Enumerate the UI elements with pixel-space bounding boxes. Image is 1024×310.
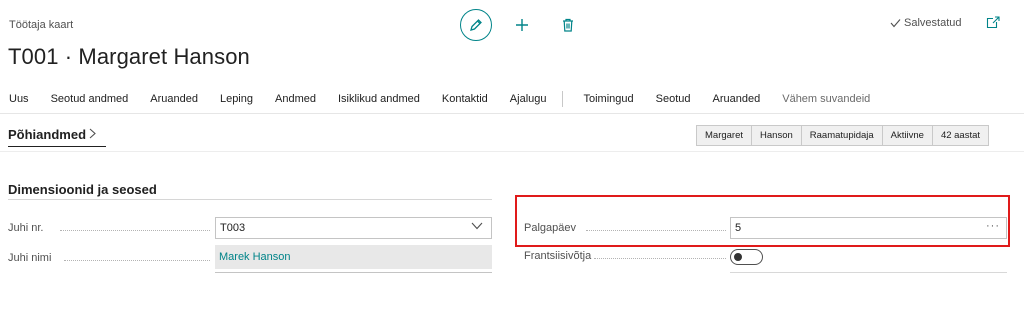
chip-status: Aktiivne <box>882 125 933 146</box>
trash-icon <box>563 18 573 32</box>
manager-name-label: Juhi nimi <box>8 252 52 264</box>
action-bar: Uus Seotud andmed Aruanded Leping Andmed… <box>0 86 883 112</box>
action-related[interactable]: Seotud <box>647 93 691 105</box>
summary-chips: Margaret Hanson Raamatupidaja Aktiivne 4… <box>696 125 990 146</box>
action-contract[interactable]: Leping <box>211 93 253 105</box>
franchise-toggle[interactable] <box>730 249 763 265</box>
franchise-dots <box>594 258 726 259</box>
fewer-options-button[interactable]: Vähem suvandeid <box>773 93 870 105</box>
new-button[interactable] <box>506 9 538 41</box>
dimensions-section-title: Dimensioonid ja seosed <box>8 182 157 197</box>
action-bar-divider <box>561 91 563 107</box>
manager-no-value: T003 <box>220 222 246 234</box>
popout-button[interactable] <box>986 16 1000 34</box>
edit-icon <box>470 19 482 31</box>
saved-status: Salvestatud <box>890 17 961 29</box>
manager-name-field: Marek Hanson <box>215 245 492 269</box>
payday-value: 5 <box>735 222 742 234</box>
checkmark-icon <box>890 19 901 28</box>
manager-no-dots <box>60 230 210 231</box>
action-personal-data[interactable]: Isiklikud andmed <box>329 93 420 105</box>
top-actions <box>460 9 584 41</box>
popout-icon <box>986 16 1000 29</box>
action-new[interactable]: Uus <box>0 93 29 105</box>
general-section-title: Põhiandmed <box>8 127 87 142</box>
chip-job-title: Raamatupidaja <box>801 125 883 146</box>
franchise-label: Frantsiisivõtja <box>524 250 592 262</box>
breadcrumb: Töötaja kaart <box>9 19 74 31</box>
manager-no-select[interactable]: T003 <box>215 217 492 239</box>
page-title: T001 · Margaret Hanson <box>8 44 250 69</box>
manager-name-bottom-line <box>215 272 492 273</box>
manager-name-value[interactable]: Marek Hanson <box>219 251 291 263</box>
action-bar-separator <box>0 113 1024 114</box>
more-options-icon[interactable]: ··· <box>986 220 1000 232</box>
payday-input[interactable]: 5 ··· <box>730 217 1007 239</box>
general-section-header[interactable]: Põhiandmed <box>8 127 96 142</box>
chip-first-name: Margaret <box>696 125 753 146</box>
saved-label: Salvestatud <box>904 17 962 29</box>
plus-icon <box>516 19 528 31</box>
payday-dots <box>586 230 726 231</box>
general-section-underline <box>8 146 106 147</box>
chip-age: 42 aastat <box>932 125 990 146</box>
toggle-knob <box>734 252 742 261</box>
action-contacts[interactable]: Kontaktid <box>433 93 488 105</box>
action-history[interactable]: Ajalugu <box>501 93 547 105</box>
action-reports[interactable]: Aruanded <box>141 93 198 105</box>
action-actions[interactable]: Toimingud <box>575 93 634 105</box>
action-related-data[interactable]: Seotud andmed <box>42 93 129 105</box>
action-reports-2[interactable]: Aruanded <box>704 93 761 105</box>
payday-label: Palgapäev <box>524 222 576 234</box>
action-data[interactable]: Andmed <box>266 93 316 105</box>
manager-name-dots <box>64 260 210 261</box>
delete-button[interactable] <box>552 9 584 41</box>
right-column-bottom-line <box>730 272 1007 273</box>
chevron-right-icon <box>89 127 96 142</box>
section-separator <box>0 151 1024 152</box>
dimensions-section-underline <box>8 199 492 200</box>
chevron-down-icon <box>471 221 483 233</box>
edit-button[interactable] <box>460 9 492 41</box>
chip-last-name: Hanson <box>752 125 802 146</box>
manager-no-label: Juhi nr. <box>8 222 44 234</box>
